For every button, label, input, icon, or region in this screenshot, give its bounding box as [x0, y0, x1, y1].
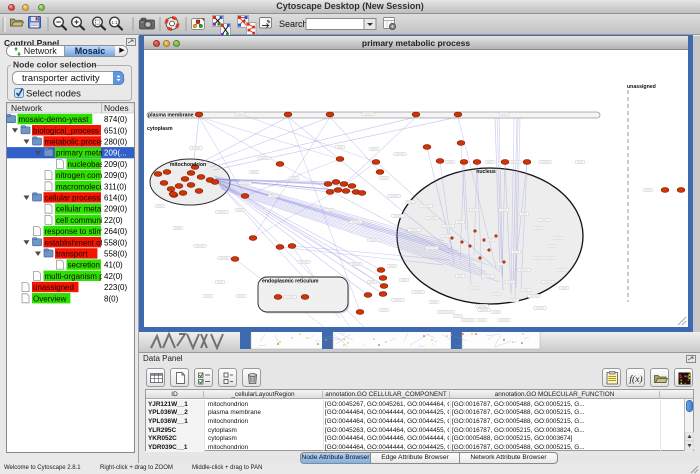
svg-text:Search:: Search:	[279, 19, 310, 29]
svg-text:transporter activity: transporter activity	[22, 73, 100, 84]
svg-text:secretion: secretion	[68, 261, 100, 270]
svg-text:Network: Network	[11, 103, 43, 113]
svg-text:unassigned: unassigned	[33, 283, 74, 292]
svg-text:209(0): 209(0)	[104, 160, 127, 169]
svg-text:614(0): 614(0)	[104, 194, 127, 203]
svg-text:223(0): 223(0)	[104, 283, 127, 292]
svg-text:42(0): 42(0)	[104, 272, 123, 281]
svg-text:1:1: 1:1	[111, 20, 118, 25]
svg-text:280(0): 280(0)	[104, 138, 127, 147]
svg-text:cellular process: cellular process	[45, 194, 101, 203]
svg-text:8(0): 8(0)	[104, 294, 119, 303]
svg-text:22(0): 22(0)	[104, 216, 123, 225]
svg-text:558(0): 558(0)	[104, 238, 127, 247]
svg-text:endoplasmic reticulum: endoplasmic reticulum	[262, 279, 319, 285]
svg-text:558(0): 558(0)	[104, 250, 127, 259]
svg-text:41(0): 41(0)	[104, 261, 123, 270]
svg-text:transport: transport	[56, 250, 88, 259]
svg-text:Select nodes: Select nodes	[26, 89, 81, 100]
svg-text:f(x): f(x)	[629, 374, 642, 385]
svg-text:biological_process: biological_process	[33, 126, 99, 135]
svg-text:209(0): 209(0)	[104, 205, 127, 214]
svg-text:nucleus: nucleus	[476, 169, 496, 175]
svg-text:651(0): 651(0)	[104, 126, 127, 135]
svg-text:cytoplasm: cytoplasm	[147, 126, 173, 132]
svg-text:Overview: Overview	[33, 294, 67, 303]
svg-text:plasma membrane: plasma membrane	[148, 113, 194, 119]
svg-text:209(...: 209(...	[104, 149, 127, 158]
svg-text:mitochondrion: mitochondrion	[170, 162, 206, 168]
svg-text:metabolic process: metabolic process	[45, 138, 109, 147]
svg-text:mosaic-demo-yeast: mosaic-demo-yeast	[19, 115, 90, 124]
svg-text:311(0): 311(0)	[104, 182, 127, 191]
svg-text:multi-organism pro: multi-organism pro	[45, 272, 112, 281]
svg-text:response to stimul: response to stimul	[45, 227, 110, 236]
svg-text:874(0): 874(0)	[104, 115, 127, 124]
svg-text:264(0): 264(0)	[104, 227, 127, 236]
svg-text:establishment of lo: establishment of lo	[45, 238, 112, 247]
svg-text:209(0): 209(0)	[104, 171, 127, 180]
svg-text:Nodes: Nodes	[104, 103, 129, 113]
svg-text:Node color selection: Node color selection	[13, 60, 97, 70]
svg-text:unassigned: unassigned	[627, 84, 656, 90]
